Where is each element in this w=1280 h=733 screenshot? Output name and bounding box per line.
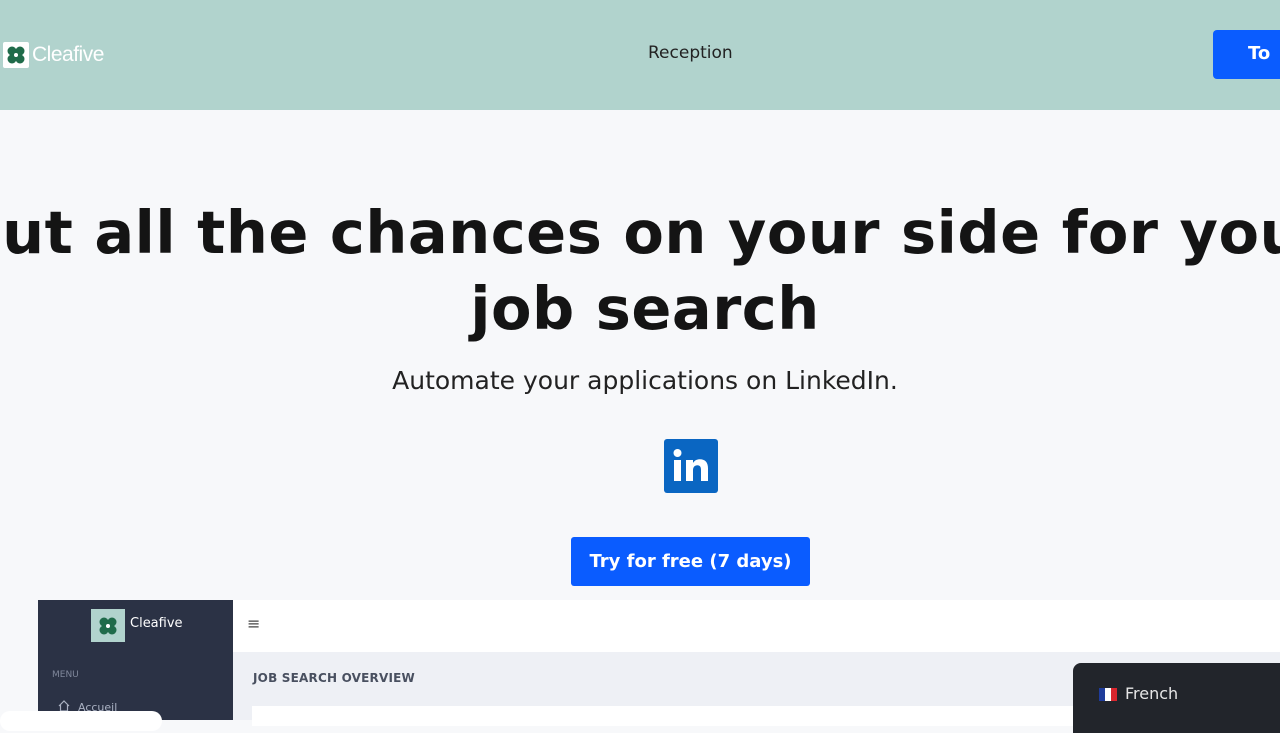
bottom-left-widget[interactable] bbox=[0, 711, 162, 731]
overview-card bbox=[252, 706, 1082, 726]
language-switcher[interactable]: French bbox=[1073, 663, 1280, 733]
menu-section-label: MENU bbox=[52, 670, 79, 680]
hero-subtitle: Automate your applications on LinkedIn. bbox=[392, 366, 898, 395]
dashboard-brand-name: Cleafive bbox=[130, 616, 183, 631]
brand-name: Cleafive bbox=[32, 43, 104, 66]
french-flag-icon bbox=[1099, 688, 1117, 701]
site-header: Cleafive Reception To bbox=[0, 0, 1280, 110]
brand-logo[interactable]: Cleafive bbox=[3, 41, 104, 69]
header-cta-button[interactable]: To bbox=[1213, 30, 1280, 79]
clover-logo-icon bbox=[91, 609, 125, 642]
dashboard-sidebar: Cleafive MENU Accueil bbox=[38, 600, 233, 720]
hero-title-line1: Put all the chances on your side for you… bbox=[0, 198, 1280, 267]
hero-title-line2: job search bbox=[470, 274, 820, 343]
nav-reception-link[interactable]: Reception bbox=[648, 43, 733, 63]
linkedin-icon bbox=[664, 439, 718, 493]
clover-logo-icon bbox=[3, 42, 29, 68]
hero-title: Put all the chances on your side for you… bbox=[0, 195, 1280, 347]
language-label: French bbox=[1125, 684, 1179, 703]
try-free-button[interactable]: Try for free (7 days) bbox=[571, 537, 810, 586]
dashboard-topbar: ≡ bbox=[233, 600, 1280, 652]
menu-icon[interactable]: ≡ bbox=[247, 614, 260, 633]
overview-title: JOB SEARCH OVERVIEW bbox=[253, 671, 415, 685]
